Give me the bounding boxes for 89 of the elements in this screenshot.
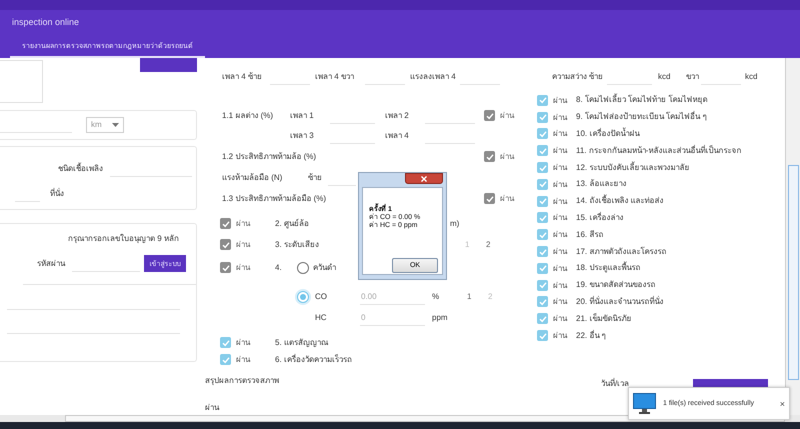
field-label: HC [315,312,328,322]
field-label: kcd [658,72,672,82]
pass-checkbox[interactable]: ผ่าน [537,94,576,107]
pass-checkbox[interactable]: ผ่าน [537,144,576,158]
close-button[interactable]: × [780,398,785,408]
field-label: 1.2 ประสิทธิภาพห้ามล้อ (%) [222,152,318,162]
field-label: ความสว่าง ซ้าย [552,72,604,82]
field-label: 2. ศูนย์ล้อ [275,218,310,228]
field-label: m) [450,218,460,228]
field-label: 6. เครื่องวัดความเร็วรถ [275,354,352,364]
field-label: ppm [432,312,448,322]
field-label: 14. ถังเชื้อเพลิง และท่อส่ง [576,196,664,206]
field-label: เพลา 4 ซ้าย [222,72,263,82]
pass-checkbox[interactable]: ผ่าน [537,262,576,275]
field-label: 21. เข็มขัดนิรภัย [576,314,632,324]
field-label: kcd [745,72,758,82]
field-label: 17. สภาพตัวถังและโครงรถ [576,246,666,257]
checkmark-icon [222,264,230,272]
field-label: ควันดำ [313,262,336,272]
radio-button[interactable] [297,262,309,274]
pass-checkbox[interactable]: ผ่าน [537,110,576,124]
reading-text: 2 [486,240,492,250]
field-label: 1.3 ประสิทธิภาพห้ามล้อมือ (%) [222,194,328,204]
pass-checkbox[interactable]: ผ่าน [537,278,576,292]
field-label: ผ่าน [205,402,219,412]
checkmark-icon [222,356,230,364]
pass-checkbox[interactable]: ผ่าน [537,312,576,326]
field-label: 12. ระบบบังคับเลี้ยวและพวงมาลัย [576,162,690,173]
field-label: ที่นั่ง [50,188,64,198]
close-icon [421,176,427,182]
reading-text: 1 [465,240,470,250]
field-label: 10. เครื่องปัดน้ำฝน [576,128,640,139]
pass-checkbox[interactable]: ผ่าน [537,228,576,242]
field-label: รหัสผ่าน [37,258,66,268]
checkmark-icon [222,338,230,346]
pass-checkbox[interactable]: ผ่าน [537,211,576,224]
field-label: 11. กระจกกันลมหน้า-หลังและส่วนอื่นที่เป็นกระจก [576,146,742,156]
field-label: วันที่/เวล [601,378,627,389]
checkmark-icon [486,152,494,160]
field-label: 8. โคมไฟเลี้ยว โคมไฟท้าย โคมไฟหยุด [576,95,708,106]
field-label: CO [315,292,328,302]
pass-checkbox[interactable]: ผ่าน [537,161,576,174]
pass-checkbox[interactable]: ผ่าน [537,295,576,308]
field-label: 16. สีรถ [576,230,604,240]
pass-checkbox[interactable]: ผ่าน [537,329,576,342]
checkmark-icon [222,240,230,248]
field-label: 22. อื่น ๆ [576,330,606,341]
checkmark-icon [486,194,494,202]
field-label: ขวา [686,72,700,82]
field-label: แรงลงเพลา 4 [410,72,457,82]
field-label: 3. ระดับเสียง [275,240,320,250]
monitor-icon [633,392,656,414]
field-label: % [432,292,440,302]
window-title: inspection online [12,17,80,27]
field-label: 20. ที่นั่งและจำนวนรถที่นั่ง [576,296,664,307]
pass-checkbox[interactable]: ผ่าน [537,245,576,258]
caret-icon [112,122,119,126]
close-button[interactable] [405,173,443,184]
field-label: สรุปผลการตรวจสภาพ [205,376,279,386]
field-label: แรงห้ามล้อมือ (N) [222,172,284,182]
checkmark-icon [486,112,494,120]
field-label: 9. โคมไฟส่องป้ายทะเบียน โคมไฟอื่น ๆ [576,112,706,122]
pass-checkbox[interactable]: ผ่าน [220,353,260,366]
field-label: เพลา 4 ขวา [315,72,355,82]
field-label: 4. [275,262,283,272]
scrollbar[interactable] [785,58,800,415]
field-label: 5. แตรสัญญาณ [275,338,328,348]
field-label: 13. ล้อและยาง [576,179,626,190]
field-label: 15. เครื่องล่าง [576,212,624,223]
pass-checkbox[interactable]: ผ่าน [220,336,260,349]
field-label: 19. ขนาดสัดส่วนของรถ [576,280,656,290]
pass-checkbox[interactable]: ผ่าน [537,127,576,140]
field-label: ชนิดเชื้อเพลิง [58,164,100,174]
pass-checkbox[interactable]: ผ่าน [537,178,576,191]
radio-button[interactable] [297,290,309,302]
field-label: ซ้าย [308,172,323,182]
field-label: 18. ประตูและพื้นรถ [576,263,640,274]
field-label: เพลา 3 [290,130,315,140]
pass-checkbox[interactable]: ผ่าน [537,194,576,208]
field-label: เพลา 1 [290,110,315,120]
text-area[interactable] [0,60,43,103]
checkmark-icon [222,220,230,228]
scroll-thumb[interactable] [788,165,798,380]
field-label: 1.1 ผลต่าง (%) [222,110,274,120]
reading-text: 1 [467,292,472,302]
field-label: เพลา 2 [385,110,410,120]
reading-text: 2 [488,292,494,302]
field-label: กรุณากรอกเลขใบอนุญาต 9 หลัก [68,234,179,244]
field-label: เพลา 4 [385,130,410,140]
